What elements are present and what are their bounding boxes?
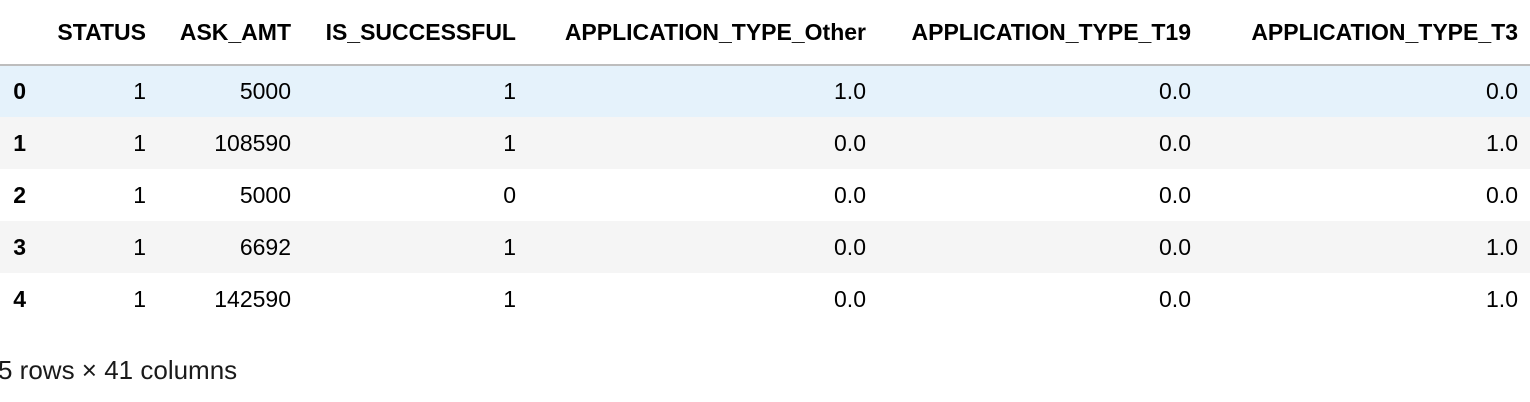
table-body: 0 1 5000 1 1.0 0.0 0.0 1 1 108590 1 0.0 … bbox=[0, 65, 1530, 325]
column-header-is-successful: IS_SUCCESSFUL bbox=[303, 0, 528, 66]
table-row: 0 1 5000 1 1.0 0.0 0.0 bbox=[0, 65, 1530, 117]
cell-ask-amt: 108590 bbox=[214, 129, 291, 156]
table-row: 3 1 6692 1 0.0 0.0 1.0 bbox=[0, 221, 1530, 273]
column-header-ask-amt: ASK_AMT bbox=[158, 0, 303, 66]
table-row: 4 1 142590 1 0.0 0.0 1.0 bbox=[0, 273, 1530, 325]
cell-is-successful: 1 bbox=[503, 285, 516, 312]
header-row: STATUS ASK_AMT IS_SUCCESSFUL APPLICATION… bbox=[0, 0, 1530, 66]
cell-is-successful: 1 bbox=[503, 129, 516, 156]
table-header: STATUS ASK_AMT IS_SUCCESSFUL APPLICATION… bbox=[0, 0, 1530, 66]
cell-status: 1 bbox=[133, 285, 146, 312]
cell-application-type-t3: 1.0 bbox=[1486, 285, 1518, 312]
cell-status: 1 bbox=[133, 129, 146, 156]
cell-application-type-other: 0.0 bbox=[834, 129, 866, 156]
cell-status: 1 bbox=[133, 233, 146, 260]
cell-is-successful: 0 bbox=[503, 181, 516, 208]
cell-status: 1 bbox=[133, 181, 146, 208]
cell-application-type-other: 0.0 bbox=[834, 285, 866, 312]
table-row: 2 1 5000 0 0.0 0.0 0.0 bbox=[0, 169, 1530, 221]
dataframe-output: STATUS ASK_AMT IS_SUCCESSFUL APPLICATION… bbox=[0, 0, 1530, 325]
cell-application-type-t19: 0.0 bbox=[1159, 181, 1191, 208]
cell-application-type-t19: 0.0 bbox=[1159, 285, 1191, 312]
cell-application-type-t19: 0.0 bbox=[1159, 129, 1191, 156]
index-header bbox=[0, 0, 38, 66]
cell-is-successful: 1 bbox=[503, 233, 516, 260]
cell-application-type-other: 0.0 bbox=[834, 181, 866, 208]
column-header-application-type-other: APPLICATION_TYPE_Other bbox=[528, 0, 878, 66]
row-index: 2 bbox=[13, 181, 26, 208]
cell-ask-amt: 6692 bbox=[239, 233, 291, 260]
cell-ask-amt: 5000 bbox=[239, 181, 291, 208]
column-header-application-type-t3: APPLICATION_TYPE_T3 bbox=[1203, 0, 1530, 66]
column-header-status: STATUS bbox=[38, 0, 158, 66]
dataframe-shape-summary: 5 rows × 41 columns bbox=[0, 355, 238, 385]
cell-is-successful: 1 bbox=[503, 78, 516, 104]
row-index: 1 bbox=[13, 129, 26, 156]
cell-application-type-t3: 0.0 bbox=[1486, 78, 1518, 104]
cell-application-type-t3: 0.0 bbox=[1486, 181, 1518, 208]
dataframe-table: STATUS ASK_AMT IS_SUCCESSFUL APPLICATION… bbox=[0, 0, 1530, 325]
cell-status: 1 bbox=[133, 78, 146, 104]
row-index: 3 bbox=[13, 233, 26, 260]
cell-application-type-t3: 1.0 bbox=[1486, 233, 1518, 260]
cell-ask-amt: 5000 bbox=[239, 78, 291, 104]
cell-application-type-t19: 0.0 bbox=[1159, 233, 1191, 260]
column-header-application-type-t19: APPLICATION_TYPE_T19 bbox=[878, 0, 1203, 66]
cell-application-type-t3: 1.0 bbox=[1486, 129, 1518, 156]
cell-ask-amt: 142590 bbox=[214, 285, 291, 312]
row-index: 0 bbox=[13, 78, 26, 104]
table-row: 1 1 108590 1 0.0 0.0 1.0 bbox=[0, 117, 1530, 169]
row-index: 4 bbox=[13, 285, 26, 312]
cell-application-type-other: 0.0 bbox=[834, 233, 866, 260]
cell-application-type-t19: 0.0 bbox=[1159, 78, 1191, 104]
cell-application-type-other: 1.0 bbox=[834, 78, 866, 104]
